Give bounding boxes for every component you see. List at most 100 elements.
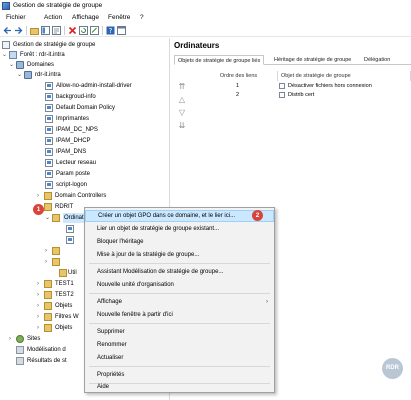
- table-row[interactable]: 2 Distrib cert: [200, 91, 411, 100]
- menu-new-window[interactable]: Nouvelle fenêtre à partir d'ici: [85, 309, 274, 321]
- menu-delete[interactable]: Supprimer: [85, 326, 274, 338]
- tab-inheritance[interactable]: Héritage de stratégie de groupe: [271, 55, 354, 65]
- menu-modeling-wizard[interactable]: Assistant Modélisation de stratégie de g…: [85, 266, 274, 278]
- tree-label: Forêt : rdr-it.intra: [20, 52, 65, 58]
- menu-block-inheritance[interactable]: Bloquer l'héritage: [85, 236, 274, 248]
- collapse-chevron-icon[interactable]: ⌄: [45, 213, 51, 223]
- title-bar: Gestion de stratégie de groupe: [0, 0, 411, 12]
- expand-chevron-icon[interactable]: ›: [37, 301, 43, 311]
- menu-separator: [89, 293, 270, 294]
- ou-folder-icon: [44, 280, 52, 288]
- menu-new-ou[interactable]: Nouvelle unité d'organisation: [85, 279, 274, 291]
- tree-label: Lecteur reseau: [56, 160, 97, 166]
- collapse-chevron-icon[interactable]: ⌄: [17, 70, 23, 80]
- folder-up-icon[interactable]: [30, 26, 39, 35]
- tree-label: RDRIT: [55, 204, 74, 210]
- step-badge-2: 2: [252, 210, 263, 221]
- gpo-link-icon: [66, 236, 74, 244]
- move-bottom-icon[interactable]: ⇊: [177, 121, 187, 131]
- gpo-link-icon: [45, 104, 53, 112]
- table-row[interactable]: 1 Désactiver fichiers hors connexion: [200, 82, 411, 91]
- expand-chevron-icon[interactable]: ›: [37, 290, 43, 300]
- tree-label: TEST2: [55, 292, 74, 298]
- ou-folder-icon: [44, 192, 52, 200]
- refresh-icon[interactable]: [79, 26, 88, 35]
- gpo-name: Désactiver fichiers hors connexion: [288, 83, 372, 89]
- expand-chevron-icon[interactable]: ›: [37, 312, 43, 322]
- menu-gpupdate[interactable]: Mise à jour de la stratégie de groupe...: [85, 249, 274, 261]
- link-order: 2: [235, 92, 240, 98]
- menu-affichage[interactable]: Affichage: [72, 14, 99, 21]
- tree-label: backgroud-info: [56, 94, 96, 100]
- results-icon: [16, 357, 24, 365]
- submenu-chevron-icon: ›: [266, 299, 268, 305]
- collapse-chevron-icon[interactable]: ⌄: [9, 60, 15, 70]
- gpo-link-icon: [66, 225, 74, 233]
- pane-title: Ordinateurs: [174, 41, 220, 50]
- menu-action[interactable]: Action: [44, 14, 62, 21]
- tree-label: IPAM_DHCP: [56, 138, 91, 144]
- starter-gpo-icon: [44, 324, 52, 332]
- tree-label: Allow-no-admin-install-driver: [56, 83, 132, 89]
- gpmc-root-icon: [2, 41, 10, 49]
- menu-properties[interactable]: Propriétés: [85, 369, 274, 381]
- collapse-chevron-icon[interactable]: ⌄: [2, 50, 8, 60]
- menu-create-gpo-and-link[interactable]: Créer un objet GPO dans ce domaine, et l…: [85, 210, 274, 222]
- forward-arrow-icon[interactable]: [14, 26, 23, 35]
- move-down-icon[interactable]: ▽: [177, 108, 187, 118]
- window-title: Gestion de stratégie de groupe: [13, 2, 103, 9]
- step-badge-1: 1: [33, 204, 44, 215]
- menu-separator: [89, 263, 270, 264]
- menu-fichier[interactable]: Fichier: [6, 14, 26, 21]
- gpo-link-icon: [45, 93, 53, 101]
- gpo-link-icon: [45, 115, 53, 123]
- tab-linked-gpos[interactable]: Objets de stratégie de groupe liés: [174, 55, 265, 65]
- column-header-order[interactable]: Ordre des liens: [200, 71, 278, 81]
- menu-rename[interactable]: Renommer: [85, 339, 274, 351]
- move-up-icon[interactable]: △: [177, 95, 187, 105]
- gpo-link-icon: [45, 82, 53, 90]
- gpo-link-icon: [45, 137, 53, 145]
- tree-label: IPAM_DC_NPS: [56, 127, 98, 133]
- menu-help[interactable]: ?: [140, 14, 144, 21]
- domain-icon: [24, 71, 32, 79]
- gpo-link-icon: [279, 92, 285, 98]
- menu-refresh[interactable]: Actualiser: [85, 352, 274, 364]
- gpo-link-icon: [279, 83, 285, 89]
- tree-toggle-icon[interactable]: [41, 26, 50, 35]
- tree-label: Domaines: [27, 62, 55, 68]
- tree-label: Sites: [27, 336, 41, 342]
- toolbar: ?: [0, 24, 411, 37]
- menu-fenetre[interactable]: Fenêtre: [108, 14, 130, 21]
- ou-folder-icon: [59, 269, 67, 277]
- move-top-icon[interactable]: ⇈: [177, 82, 187, 92]
- forest-icon: [9, 51, 17, 59]
- properties-icon[interactable]: [52, 26, 61, 35]
- help-icon[interactable]: ?: [106, 26, 115, 35]
- gpo-link-icon: [45, 148, 53, 156]
- tab-delegation[interactable]: Délégation: [361, 55, 393, 65]
- menu-view[interactable]: Affichage ›: [85, 296, 274, 308]
- back-arrow-icon[interactable]: [3, 26, 12, 35]
- expand-chevron-icon[interactable]: ›: [37, 323, 43, 333]
- tab-strip: Objets de stratégie de groupe liés Hérit…: [174, 54, 411, 65]
- expand-chevron-icon[interactable]: ›: [37, 191, 43, 201]
- menu-help[interactable]: Aide: [85, 382, 274, 393]
- column-header-gpo[interactable]: Objet de stratégie de groupe: [279, 71, 411, 81]
- ou-folder-icon: [52, 258, 60, 266]
- export-icon[interactable]: [90, 26, 99, 35]
- menu-separator: [89, 366, 270, 367]
- expand-chevron-icon[interactable]: ›: [45, 257, 51, 267]
- tree-label: Default Domain Policy: [56, 105, 116, 111]
- console-icon[interactable]: [117, 26, 126, 35]
- menu-link-existing-gpo[interactable]: Lier un objet de stratégie de groupe exi…: [85, 223, 274, 235]
- ou-folder-icon: [44, 291, 52, 299]
- tree-label: Objets: [55, 303, 73, 309]
- expand-chevron-icon[interactable]: ›: [9, 334, 15, 344]
- expand-chevron-icon[interactable]: ›: [45, 246, 51, 256]
- ou-folder-icon: [44, 203, 52, 211]
- delete-icon[interactable]: [68, 26, 77, 35]
- expand-chevron-icon[interactable]: ›: [37, 279, 43, 289]
- tree-label: Gestion de stratégie de groupe: [13, 42, 96, 48]
- gpo-link-icon: [45, 181, 53, 189]
